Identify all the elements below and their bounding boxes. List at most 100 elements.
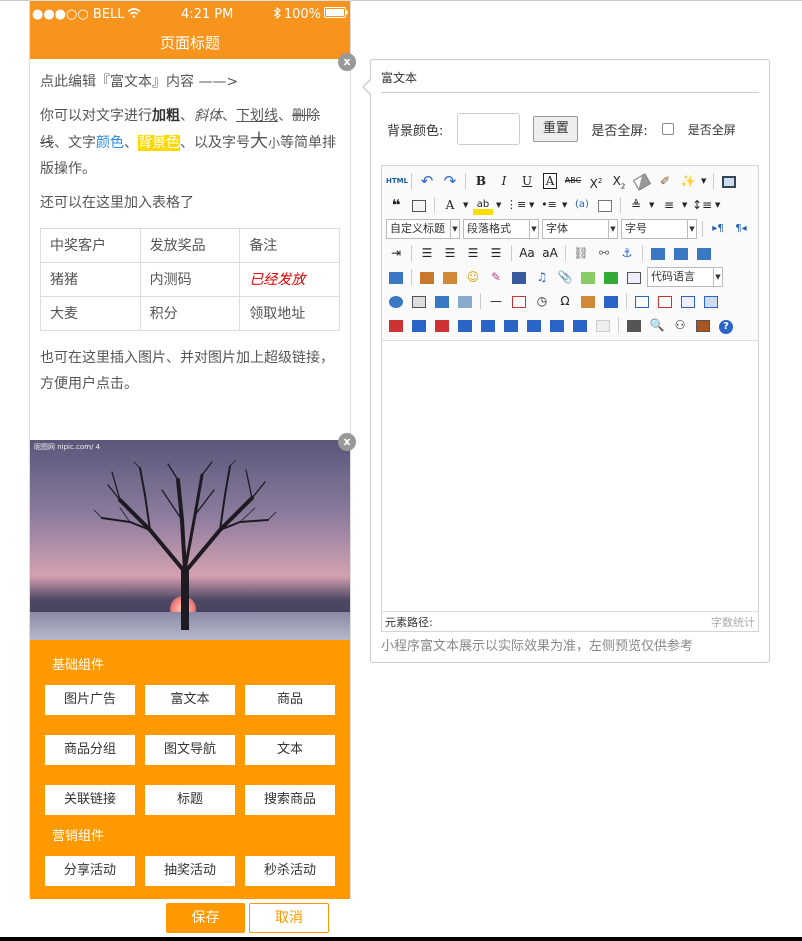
code-language-select[interactable]: 代码语言 ▼ xyxy=(647,267,723,287)
image-left-icon[interactable] xyxy=(671,243,691,263)
component-button-link[interactable]: 关联链接 xyxy=(45,785,135,815)
charts-icon[interactable] xyxy=(593,315,613,335)
search-replace-binoculars-icon[interactable]: ⚇ xyxy=(670,315,690,335)
image-right-icon[interactable] xyxy=(694,243,714,263)
delete-row-icon[interactable] xyxy=(386,315,406,335)
component-button-rich-text[interactable]: 富文本 xyxy=(145,685,235,715)
reset-button[interactable]: 重置 xyxy=(533,116,579,142)
insert-frame-icon[interactable] xyxy=(624,267,644,287)
row-spacing-top-icon[interactable]: ≜ xyxy=(626,195,646,215)
chevron-down-icon[interactable]: ▼ xyxy=(562,201,569,209)
bg-color-picker[interactable] xyxy=(457,113,521,145)
chevron-down-icon[interactable]: ▼ xyxy=(496,201,503,209)
indent-icon[interactable]: ⇥ xyxy=(386,243,406,263)
component-button-goods[interactable]: 商品 xyxy=(245,685,335,715)
row-spacing-bottom-icon[interactable]: ≡ xyxy=(659,195,679,215)
redo-icon[interactable]: ↷ xyxy=(440,171,460,191)
component-button-share[interactable]: 分享活动 xyxy=(45,856,135,886)
gmap-icon[interactable] xyxy=(601,267,621,287)
font-border-icon[interactable]: A xyxy=(540,171,560,191)
chevron-down-icon[interactable]: ▼ xyxy=(649,201,656,209)
link-icon[interactable]: ⛓ xyxy=(571,243,591,263)
clear-doc-icon[interactable] xyxy=(595,195,615,215)
save-button[interactable]: 保存 xyxy=(166,903,245,933)
split-to-rows-icon[interactable] xyxy=(547,315,567,335)
chevron-down-icon[interactable]: ▼ xyxy=(463,201,470,209)
line-height-icon[interactable]: ↕≡ xyxy=(692,195,712,215)
search-replace-icon[interactable] xyxy=(455,291,475,311)
music-icon[interactable]: ♫ xyxy=(532,267,552,287)
insert-table-icon[interactable] xyxy=(632,291,652,311)
horizontal-rule-icon[interactable]: — xyxy=(486,291,506,311)
auto-typeset-icon[interactable]: ✨ xyxy=(678,171,698,191)
split-to-cols-icon[interactable] xyxy=(570,315,590,335)
paragraph-format-select[interactable]: 段落格式 ▼ xyxy=(463,219,539,239)
split-to-cells-icon[interactable] xyxy=(524,315,544,335)
delete-col-icon[interactable] xyxy=(432,315,452,335)
unordered-list-icon[interactable]: •≡ xyxy=(539,195,559,215)
delete-table-icon[interactable] xyxy=(655,291,675,311)
page-title[interactable]: 页面标题 xyxy=(30,28,350,59)
to-lowercase-icon[interactable]: aA xyxy=(540,243,560,263)
chevron-down-icon[interactable]: ▼ xyxy=(701,177,708,185)
align-center-icon[interactable]: ☰ xyxy=(440,243,460,263)
insert-row-icon[interactable] xyxy=(701,291,721,311)
scrawl-icon[interactable]: ✎ xyxy=(486,267,506,287)
insert-paragraph-before-table-icon[interactable] xyxy=(678,291,698,311)
eraser-icon[interactable] xyxy=(632,171,652,191)
font-size-select[interactable]: 字号 ▼ xyxy=(621,219,697,239)
drafts-icon[interactable] xyxy=(693,315,713,335)
cancel-button[interactable]: 取消 xyxy=(249,903,329,933)
print-icon[interactable] xyxy=(624,315,644,335)
image-none-icon[interactable] xyxy=(648,243,668,263)
font-color-icon[interactable]: A xyxy=(440,195,460,215)
attachment-icon[interactable]: 📎 xyxy=(555,267,575,287)
html-source-button[interactable]: HTML xyxy=(386,171,408,191)
component-button-goods-group[interactable]: 商品分组 xyxy=(45,735,135,765)
ordered-list-icon[interactable]: ⋮≡ xyxy=(506,195,526,215)
font-family-select[interactable]: 字体 ▼ xyxy=(542,219,618,239)
preview-icon[interactable] xyxy=(719,171,739,191)
insert-image-icon[interactable] xyxy=(440,267,460,287)
chevron-down-icon[interactable]: ▼ xyxy=(682,201,689,209)
align-left-icon[interactable]: ☰ xyxy=(417,243,437,263)
blockquote-icon[interactable]: ❝ xyxy=(386,195,406,215)
rtl-icon[interactable]: ¶◂ xyxy=(731,219,751,239)
close-icon[interactable]: x xyxy=(338,53,356,71)
format-brush-icon[interactable]: ✐ xyxy=(655,171,675,191)
paste-plain-icon[interactable] xyxy=(409,195,429,215)
component-button-image-nav[interactable]: 图文导航 xyxy=(145,735,235,765)
table-link[interactable]: 领取地址 xyxy=(239,296,340,331)
unlink-icon[interactable]: ⚯ xyxy=(594,243,614,263)
align-right-icon[interactable]: ☰ xyxy=(463,243,483,263)
align-justify-icon[interactable]: ☰ xyxy=(486,243,506,263)
subscript-icon[interactable]: X2 xyxy=(609,171,629,191)
simple-upload-icon[interactable] xyxy=(417,267,437,287)
word-image-icon[interactable] xyxy=(578,291,598,311)
ltr-icon[interactable]: ▸¶ xyxy=(708,219,728,239)
rich-text-block[interactable]: 点此编辑『富文本』内容 ——> 你可以对文字进行加粗、斜体、下划线、删除线、文字… xyxy=(30,59,350,439)
merge-right-icon[interactable] xyxy=(478,315,498,335)
component-button-flash-sale[interactable]: 秒杀活动 xyxy=(245,856,335,886)
editor-content-area[interactable] xyxy=(382,341,758,613)
component-button-text[interactable]: 文本 xyxy=(245,735,335,765)
fullscreen-checkbox[interactable] xyxy=(661,123,674,135)
custom-style-select[interactable]: 自定义标题 ▼ xyxy=(386,219,460,239)
time-icon[interactable]: ◷ xyxy=(532,291,552,311)
anchor-icon[interactable]: ⚓ xyxy=(617,243,637,263)
merge-cells-icon[interactable] xyxy=(455,315,475,335)
preview-search-icon[interactable]: 🔍 xyxy=(647,315,667,335)
component-button-lottery[interactable]: 抽奖活动 xyxy=(145,856,235,886)
image-ad[interactable]: 昵图网 nipic.com/ 4 xyxy=(30,440,350,640)
help-icon[interactable]: ? xyxy=(716,315,736,335)
image-center-icon[interactable] xyxy=(386,267,406,287)
component-button-image-ad[interactable]: 图片广告 xyxy=(45,685,135,715)
underline-icon[interactable]: U xyxy=(517,171,537,191)
select-all-icon[interactable]: (a) xyxy=(572,195,592,215)
insert-col-icon[interactable] xyxy=(409,315,429,335)
italic-icon[interactable]: I xyxy=(494,171,514,191)
emotion-icon[interactable]: ☺ xyxy=(463,267,483,287)
insert-video-icon[interactable] xyxy=(509,267,529,287)
date-icon[interactable] xyxy=(509,291,529,311)
chevron-down-icon[interactable]: ▼ xyxy=(715,201,722,209)
